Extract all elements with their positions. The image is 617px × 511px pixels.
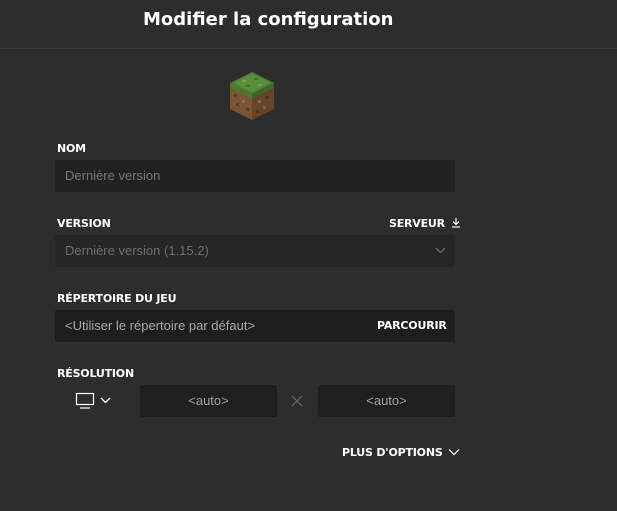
monitor-icon: [75, 392, 111, 409]
name-label: NOM: [57, 142, 86, 155]
chevron-down-icon: [448, 449, 460, 456]
server-button[interactable]: SERVEUR: [389, 217, 461, 230]
resolution-label: RÉSOLUTION: [57, 367, 134, 380]
resolution-width-value: <auto>: [188, 393, 229, 408]
dialog-header: Modifier la configuration: [0, 0, 617, 49]
server-button-label: SERVEUR: [389, 217, 445, 230]
times-icon: [291, 395, 303, 407]
resolution-width-input[interactable]: <auto>: [140, 385, 277, 417]
grass-block-icon[interactable]: [228, 70, 276, 122]
version-select-value: Dernière version (1.15.2): [65, 243, 209, 258]
resolution-preset-dropdown[interactable]: [74, 392, 116, 410]
browse-button[interactable]: PARCOURIR: [377, 319, 447, 332]
download-icon: [451, 218, 460, 228]
resolution-height-value: <auto>: [366, 393, 407, 408]
more-options-label: PLUS D'OPTIONS: [342, 446, 443, 459]
game-directory-placeholder: <Utiliser le répertoire par défaut>: [65, 318, 256, 333]
chevron-down-icon: [435, 247, 446, 254]
game-directory-label: RÉPERTOIRE DU JEU: [57, 292, 177, 305]
name-field-placeholder: Dernière version: [65, 168, 161, 183]
more-options-button[interactable]: PLUS D'OPTIONS: [342, 446, 460, 459]
resolution-height-input[interactable]: <auto>: [318, 385, 455, 417]
version-label: VERSION: [57, 217, 111, 230]
name-field[interactable]: Dernière version: [55, 160, 455, 192]
version-select[interactable]: Dernière version (1.15.2): [55, 235, 455, 267]
page-title: Modifier la configuration: [143, 9, 394, 30]
